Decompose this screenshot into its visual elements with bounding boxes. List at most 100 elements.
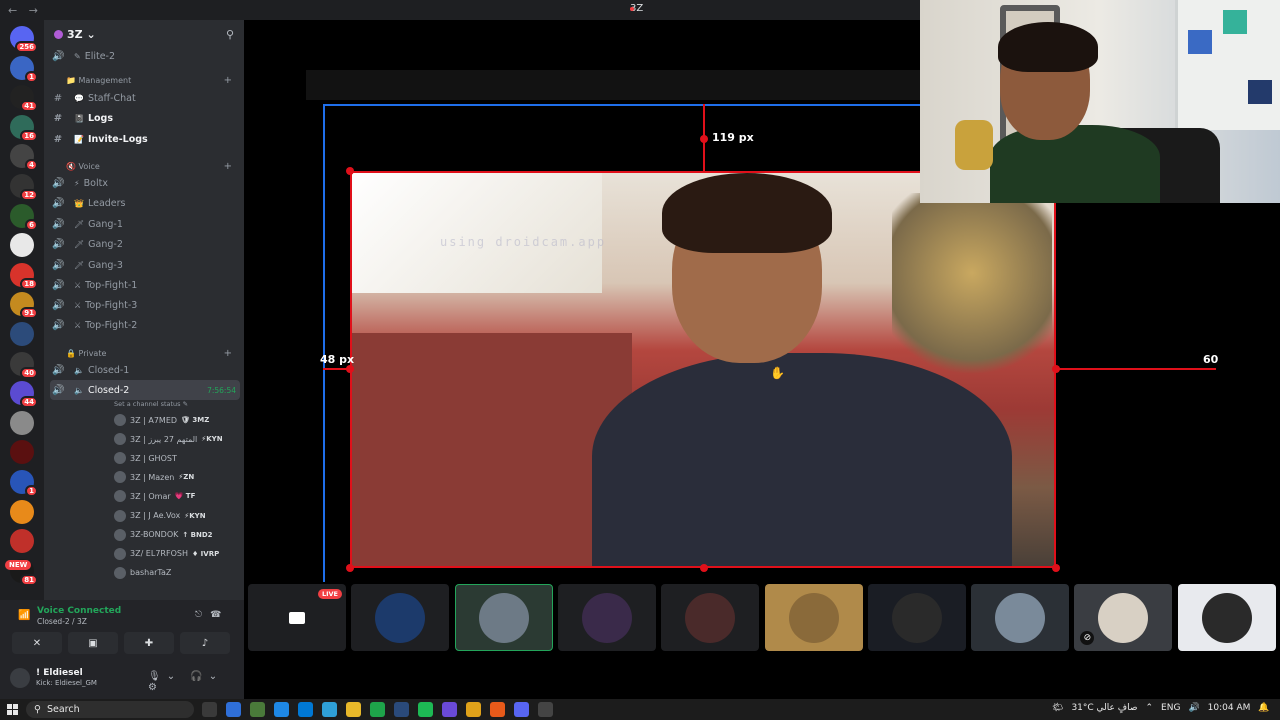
channel-item[interactable]: 🔊 ⚔ Top-Fight-3 xyxy=(50,295,240,315)
new-badge[interactable]: NEW xyxy=(5,560,32,570)
back-forward-icon[interactable]: ← → xyxy=(8,4,42,17)
participant-tile[interactable] xyxy=(1177,584,1276,651)
voice-member[interactable]: basharTaZ xyxy=(114,564,175,582)
server-icon[interactable]: 1 xyxy=(10,470,38,497)
add-member-icon[interactable]: ⚲ xyxy=(226,28,234,41)
green-app-icon[interactable] xyxy=(370,702,385,717)
settings-icon[interactable] xyxy=(538,702,553,717)
user-controls[interactable]: 🎙⌄ 🎧⌄ ⚙ xyxy=(148,671,244,693)
server-icon[interactable]: 12 xyxy=(10,174,38,201)
channel-item[interactable]: 🔊 🗡 Gang-2 xyxy=(50,234,240,254)
server-icon[interactable]: 44 xyxy=(10,381,38,409)
brave-icon[interactable] xyxy=(490,702,505,717)
participant-tile[interactable] xyxy=(454,584,553,651)
voice-member[interactable]: 3Z | A7MED 🛡 3MZ xyxy=(114,411,209,429)
channel-item[interactable]: 🔊 ⚔ Top-Fight-1 xyxy=(50,275,240,295)
avatar[interactable] xyxy=(10,668,30,688)
server-icon[interactable]: 256 xyxy=(10,26,38,53)
participant-tile[interactable] xyxy=(557,584,656,651)
weather-label[interactable]: 31°C صافٍ عالي xyxy=(1071,703,1137,713)
voice-member[interactable]: 3Z | Mazen ⚡ZN xyxy=(114,468,194,486)
participant-tile[interactable]: ⊘ xyxy=(1074,584,1173,651)
notification-icon[interactable]: 🔔 xyxy=(1258,703,1269,713)
server-icon[interactable]: 4 xyxy=(10,144,38,172)
participant-tile[interactable] xyxy=(661,584,760,651)
channel-item[interactable]: # 📓 Logs xyxy=(50,108,240,128)
obs-icon[interactable] xyxy=(442,702,457,717)
outlook-icon[interactable] xyxy=(298,702,313,717)
voice-member[interactable]: 3Z-BONDOK ↑ BND2 xyxy=(114,526,213,544)
windows-start-icon[interactable] xyxy=(7,704,18,715)
discord-icon[interactable] xyxy=(514,702,529,717)
participant-tile[interactable] xyxy=(971,584,1070,651)
server-icon[interactable]: 16 xyxy=(10,114,38,142)
soundboard-button[interactable]: ♪ xyxy=(180,632,230,654)
channel-item[interactable]: 🔊 🔈 Closed-2 7:56:54 xyxy=(50,380,240,400)
plus-icon[interactable]: + xyxy=(224,161,232,172)
channel-item[interactable]: 🔊 ✎ Elite-2 xyxy=(50,46,240,66)
corner-handle[interactable] xyxy=(346,167,354,175)
webcam-feed[interactable]: using droidcam.app xyxy=(350,171,1056,568)
voice-channel-label[interactable]: Closed-2 / 3Z xyxy=(37,617,87,626)
channel-item[interactable]: 🔊 🗡 Gang-3 xyxy=(50,255,240,275)
server-icon[interactable] xyxy=(10,322,34,346)
server-icon[interactable]: 1 xyxy=(10,55,38,83)
server-header[interactable]: 3Z ⌄ ⚲ xyxy=(44,20,244,48)
channel-item[interactable]: 🔊 ⚔ Top-Fight-2 xyxy=(50,315,240,335)
channel-item[interactable]: 🔊 👑 Leaders xyxy=(50,193,240,213)
channel-item[interactable]: # 💬 Staff-Chat xyxy=(50,88,240,108)
app-icon[interactable] xyxy=(322,702,337,717)
voice-member[interactable]: 3Z | Omar 💗 TF xyxy=(114,487,195,505)
tray-chevron-icon[interactable]: ⌃ xyxy=(1145,703,1153,713)
signal-icon[interactable]: 📶 xyxy=(18,610,30,621)
voice-member[interactable]: 3Z | J Ae.Vox ⚡KYN xyxy=(114,507,206,525)
corner-handle[interactable] xyxy=(346,564,354,572)
server-icon[interactable] xyxy=(10,529,34,554)
channel-item[interactable]: 🔊 🗡 Gang-1 xyxy=(50,214,240,234)
steam-icon[interactable] xyxy=(394,702,409,717)
measure-handle[interactable] xyxy=(700,135,708,143)
language-label[interactable]: ENG xyxy=(1161,703,1180,713)
channel-item[interactable]: 🔊 ⚡ Boltx xyxy=(50,173,240,193)
weather-icon[interactable]: 🌤 xyxy=(1052,703,1063,713)
voice-member[interactable]: 3Z | GHOST xyxy=(114,449,181,467)
server-icon[interactable] xyxy=(10,440,34,465)
edge-icon[interactable] xyxy=(274,702,289,717)
server-icon[interactable] xyxy=(10,233,34,258)
camera-toggle-button[interactable]: ✕ xyxy=(12,632,62,654)
spotify-icon[interactable] xyxy=(418,702,433,717)
server-icon[interactable] xyxy=(10,499,34,524)
channel-status-hint[interactable]: Set a channel status ✎ xyxy=(114,400,188,408)
channel-category[interactable]: 📁 Management + xyxy=(50,70,240,90)
screen-share-button[interactable]: ▣ xyxy=(68,632,118,654)
server-icon[interactable]: 91 xyxy=(10,292,38,320)
volume-icon[interactable]: 🔊 xyxy=(1188,703,1199,713)
voice-member[interactable]: 3Z | المتهم 27 يبرز ⚡KYN xyxy=(114,430,223,448)
plus-icon[interactable]: + xyxy=(224,75,232,86)
participant-tile[interactable] xyxy=(351,584,450,651)
screen-share-tile[interactable]: LIVE xyxy=(248,584,346,651)
participant-tile[interactable] xyxy=(764,584,863,651)
plus-icon[interactable]: + xyxy=(224,348,232,359)
channel-item[interactable]: # 📝 Invite-Logs xyxy=(50,129,240,149)
username[interactable]: ! Eldiesel xyxy=(36,668,83,678)
task-view-icon[interactable] xyxy=(202,702,217,717)
store-icon[interactable] xyxy=(250,702,265,717)
activities-button[interactable]: ✚ xyxy=(124,632,174,654)
copilot-icon[interactable] xyxy=(226,702,241,717)
server-icon[interactable]: 40 xyxy=(10,351,38,379)
server-icon[interactable]: 41 xyxy=(10,85,38,113)
voice-connected-label[interactable]: Voice Connected xyxy=(37,606,121,616)
taskbar-search[interactable]: ⚲ Search xyxy=(26,701,194,718)
disconnect-icon[interactable]: ⎋☎ xyxy=(195,610,229,620)
server-icon[interactable]: 6 xyxy=(10,203,38,231)
chrome-icon[interactable] xyxy=(466,702,481,717)
voice-member[interactable]: 3Z/ EL7RFOSH ♦ IVRP xyxy=(114,545,219,563)
explorer-icon[interactable] xyxy=(346,702,361,717)
corner-handle[interactable] xyxy=(1052,564,1060,572)
edge-handle[interactable] xyxy=(700,564,708,572)
clock[interactable]: 10:04 AM xyxy=(1208,703,1251,713)
server-icon[interactable] xyxy=(10,410,34,435)
server-icon[interactable]: 18 xyxy=(10,262,38,290)
channel-item[interactable]: 🔊 🔈 Closed-1 xyxy=(50,360,240,380)
